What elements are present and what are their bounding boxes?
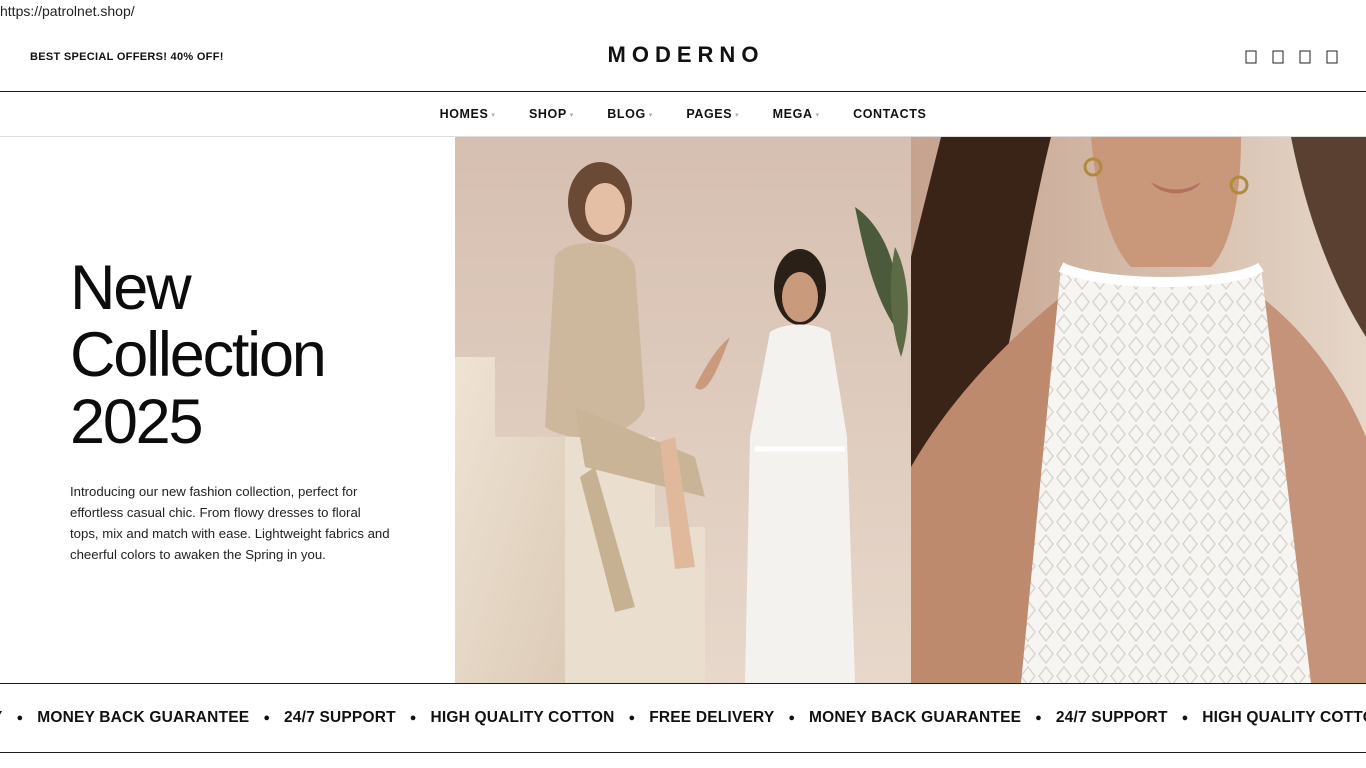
hero-text-panel: New Collection 2025 Introducing our new … — [0, 137, 455, 683]
main-nav: HOMES ▾ SHOP ▾ BLOG ▾ PAGES ▾ MEGA ▾ CON… — [0, 92, 1366, 137]
cart-icon[interactable] — [1326, 49, 1338, 65]
bullet-icon: ● — [16, 712, 24, 724]
heart-icon[interactable] — [1299, 49, 1311, 65]
hero-image-two-models-illustration — [455, 137, 911, 683]
site-logo[interactable]: MODERNO — [0, 42, 1366, 68]
chevron-down-icon: ▾ — [735, 112, 739, 119]
hero-title: New Collection 2025 — [70, 253, 327, 457]
chevron-down-icon: ▾ — [648, 112, 653, 119]
bullet-icon: ● — [409, 712, 417, 724]
ticker-item: 24/7 SUPPORT — [283, 709, 396, 726]
nav-label: MEGA — [772, 107, 813, 121]
bullet-icon: ● — [1181, 712, 1189, 724]
user-icon[interactable] — [1272, 49, 1284, 65]
nav-label: PAGES — [686, 107, 733, 121]
ticker-track: Y ● MONEY BACK GUARANTEE ● 24/7 SUPPORT … — [0, 684, 1366, 752]
hero-title-line: Collection — [70, 320, 327, 390]
nav-item-homes[interactable]: HOMES ▾ — [440, 107, 495, 121]
bullet-icon: ● — [1035, 712, 1042, 724]
search-icon[interactable] — [1245, 49, 1257, 65]
ticker-item: MONEY BACK GUARANTEE — [37, 709, 250, 726]
url-text: https://patrolnet.shop/ — [0, 3, 135, 19]
nav-label: HOMES — [439, 107, 489, 121]
ticker-item: HIGH QUALITY COTTON — [1202, 709, 1366, 726]
bullet-icon: ● — [628, 712, 636, 724]
nav-label: SHOP — [528, 107, 567, 121]
ticker-item: MONEY BACK GUARANTEE — [809, 709, 1022, 726]
hero-description: Introducing our new fashion collection, … — [70, 484, 390, 562]
nav-label: BLOG — [607, 107, 646, 121]
chevron-down-icon: ▾ — [491, 112, 495, 119]
hero-image-model-closeup-illustration — [911, 137, 1366, 683]
hero-image-model-closeup — [911, 137, 1366, 683]
site-header: BEST SPECIAL OFFERS! 40% OFF! MODERNO — [0, 22, 1366, 92]
bullet-icon: ● — [788, 712, 796, 724]
nav-item-pages[interactable]: PAGES ▾ — [686, 107, 738, 121]
nav-label: CONTACTS — [853, 107, 927, 121]
ticker-item: HIGH QUALITY COTTON — [430, 709, 615, 726]
ticker-item: FREE DELIVERY — [649, 709, 775, 726]
chevron-down-icon: ▾ — [569, 112, 574, 119]
header-icons — [1245, 49, 1338, 65]
hero-title-line: 2025 — [70, 387, 204, 457]
nav-item-blog[interactable]: BLOG ▾ — [607, 107, 652, 121]
nav-item-shop[interactable]: SHOP ▾ — [529, 107, 573, 121]
chevron-down-icon: ▾ — [815, 112, 820, 119]
benefits-ticker: Y ● MONEY BACK GUARANTEE ● 24/7 SUPPORT … — [0, 683, 1366, 753]
nav-item-contacts[interactable]: CONTACTS — [853, 107, 926, 121]
ticker-item: 24/7 SUPPORT — [1055, 709, 1168, 726]
ticker-item: Y — [0, 709, 3, 727]
nav-item-mega[interactable]: MEGA ▾ — [773, 107, 819, 121]
hero-image-two-models — [455, 137, 911, 683]
bullet-icon: ● — [263, 712, 270, 724]
hero-title-line: New — [70, 253, 192, 323]
